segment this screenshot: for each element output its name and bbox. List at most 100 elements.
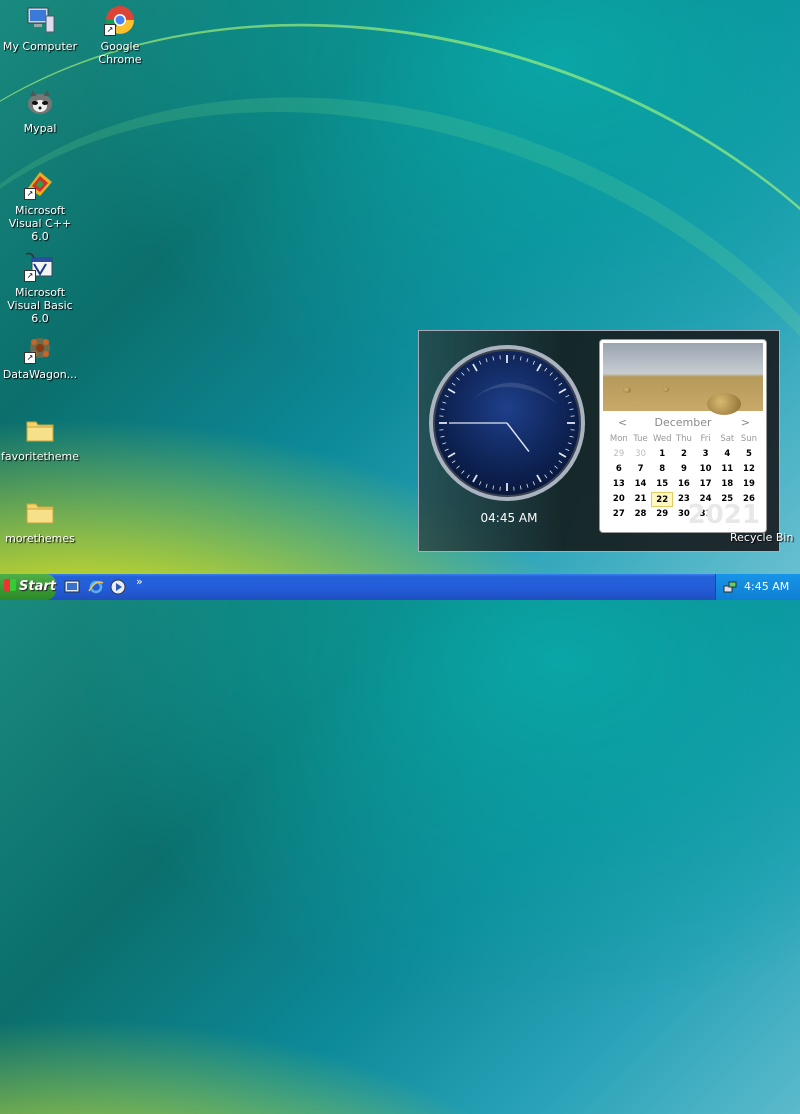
calendar-weekday: Fri: [695, 432, 717, 447]
clock-calendar-gadget[interactable]: 04:45 AM < December > MonTueWedThuFriSat…: [418, 330, 780, 552]
desktop-icon-visual-cpp[interactable]: ↗ Microsoft Visual C++ 6.0: [0, 168, 80, 243]
desktop-icon-label: morethemes: [0, 532, 80, 545]
calendar-day[interactable]: 21: [630, 492, 652, 507]
clock-tick: [448, 453, 455, 457]
clock-tick: [461, 372, 464, 375]
hay-bale: [707, 393, 741, 415]
clock-tick: [440, 436, 444, 437]
clock-dial: [433, 349, 581, 497]
desktop-icon-mypal[interactable]: Mypal: [0, 86, 80, 135]
calendar-day[interactable]: 28: [630, 507, 652, 522]
wallpaper-sweep: [0, 0, 800, 1106]
desktop-icon-datawagon[interactable]: ↗ DataWagon...: [0, 332, 80, 381]
clock-tick: [452, 383, 455, 385]
desktop-icon-google-chrome[interactable]: ↗ Google Chrome: [80, 4, 160, 66]
calendar-day[interactable]: 1: [651, 447, 673, 462]
desktop-icon-favoritetheme[interactable]: favoritetheme: [0, 414, 80, 463]
desktop-icon-morethemes[interactable]: morethemes: [0, 496, 80, 545]
calendar-day[interactable]: 10: [695, 462, 717, 477]
network-icon[interactable]: [722, 579, 738, 595]
calendar-day[interactable]: 18: [716, 477, 738, 492]
desktop-icon-my-computer[interactable]: My Computer: [0, 4, 80, 53]
calendar-day[interactable]: 7: [630, 462, 652, 477]
calendar-day[interactable]: 22: [651, 492, 673, 507]
clock-tick: [493, 486, 494, 490]
clock-tick: [467, 368, 469, 371]
desktop-icon-label: Google Chrome: [80, 40, 160, 66]
chrome-icon: ↗: [104, 4, 136, 36]
calendar-day[interactable]: 12: [738, 462, 760, 477]
clock-tick: [452, 461, 455, 463]
calendar-day[interactable]: 5: [738, 447, 760, 462]
clock-tick: [442, 402, 446, 403]
calendar-day[interactable]: 16: [673, 477, 695, 492]
calendar-weekday: Wed: [651, 432, 673, 447]
media-player-icon[interactable]: [110, 579, 126, 595]
clock-tick: [550, 471, 553, 474]
clock-tick: [442, 443, 446, 444]
clock-tick: [565, 395, 569, 397]
recycle-bin-label[interactable]: Recycle Bin: [730, 531, 793, 544]
tray-clock[interactable]: 4:45 AM: [744, 574, 789, 600]
desktop-icon-label: Microsoft Visual Basic 6.0: [0, 286, 80, 325]
calendar-weekday: Mon: [608, 432, 630, 447]
internet-explorer-icon[interactable]: [88, 579, 104, 595]
calendar-day[interactable]: 27: [608, 507, 630, 522]
clock-tick: [479, 361, 481, 365]
calendar-day[interactable]: 17: [695, 477, 717, 492]
clock-tick: [493, 356, 494, 360]
calendar-day[interactable]: 15: [651, 477, 673, 492]
clock-tick: [527, 358, 528, 362]
raccoon-icon: [24, 86, 56, 118]
calendar-day[interactable]: 11: [716, 462, 738, 477]
calendar-year: 2021: [688, 500, 760, 530]
start-button[interactable]: Start: [0, 574, 56, 600]
taskbar: Start » 4:45 AM: [0, 574, 800, 600]
clock-tick: [456, 466, 459, 469]
hay-bale: [623, 387, 631, 393]
clock-tick: [445, 449, 449, 451]
calendar-day[interactable]: 20: [608, 492, 630, 507]
calendar-day[interactable]: 14: [630, 477, 652, 492]
shortcut-arrow-icon: ↗: [24, 270, 36, 282]
clock-tick: [445, 395, 449, 397]
desktop-icon-label: DataWagon...: [0, 368, 80, 381]
clock-tick: [527, 484, 528, 488]
show-desktop-icon[interactable]: [64, 579, 80, 595]
calendar-day[interactable]: 19: [738, 477, 760, 492]
calendar-day[interactable]: 9: [673, 462, 695, 477]
quick-launch-chevron[interactable]: »: [136, 575, 143, 588]
analog-clock: [429, 345, 585, 501]
next-month-button[interactable]: >: [741, 416, 750, 429]
calendar-day[interactable]: 6: [608, 462, 630, 477]
clock-tick: [570, 436, 574, 437]
calendar-photo-hay-bales: [603, 343, 763, 411]
calendar-day[interactable]: 2: [673, 447, 695, 462]
clock-tick: [533, 481, 535, 485]
clock-tick: [559, 389, 566, 393]
clock-tick: [456, 377, 459, 380]
desktop-icon-visual-basic[interactable]: ↗ Microsoft Visual Basic 6.0: [0, 250, 80, 325]
clock-tick: [537, 475, 541, 482]
clock-tick: [486, 484, 487, 488]
calendar-day[interactable]: 8: [651, 462, 673, 477]
calendar-day[interactable]: 30: [630, 447, 652, 462]
calendar-day[interactable]: 29: [608, 447, 630, 462]
calendar-day[interactable]: 4: [716, 447, 738, 462]
clock-tick: [559, 453, 566, 457]
calendar-day[interactable]: 13: [608, 477, 630, 492]
calendar-day[interactable]: 3: [695, 447, 717, 462]
calendar-day[interactable]: 29: [651, 507, 673, 522]
calendar-weekday: Sun: [738, 432, 760, 447]
desktop-icon-label: favoritetheme: [0, 450, 80, 463]
clock-tick: [545, 368, 547, 371]
clock-tick: [555, 377, 558, 380]
clock-tick: [520, 356, 521, 360]
clock-tick: [559, 461, 562, 463]
folder-icon: [24, 414, 56, 446]
calendar-weekday: Sat: [716, 432, 738, 447]
desktop-icon-label: My Computer: [0, 40, 80, 53]
folder-icon: [24, 496, 56, 528]
calendar-week-row: 6789101112: [608, 462, 760, 477]
clock-tick: [479, 481, 481, 485]
